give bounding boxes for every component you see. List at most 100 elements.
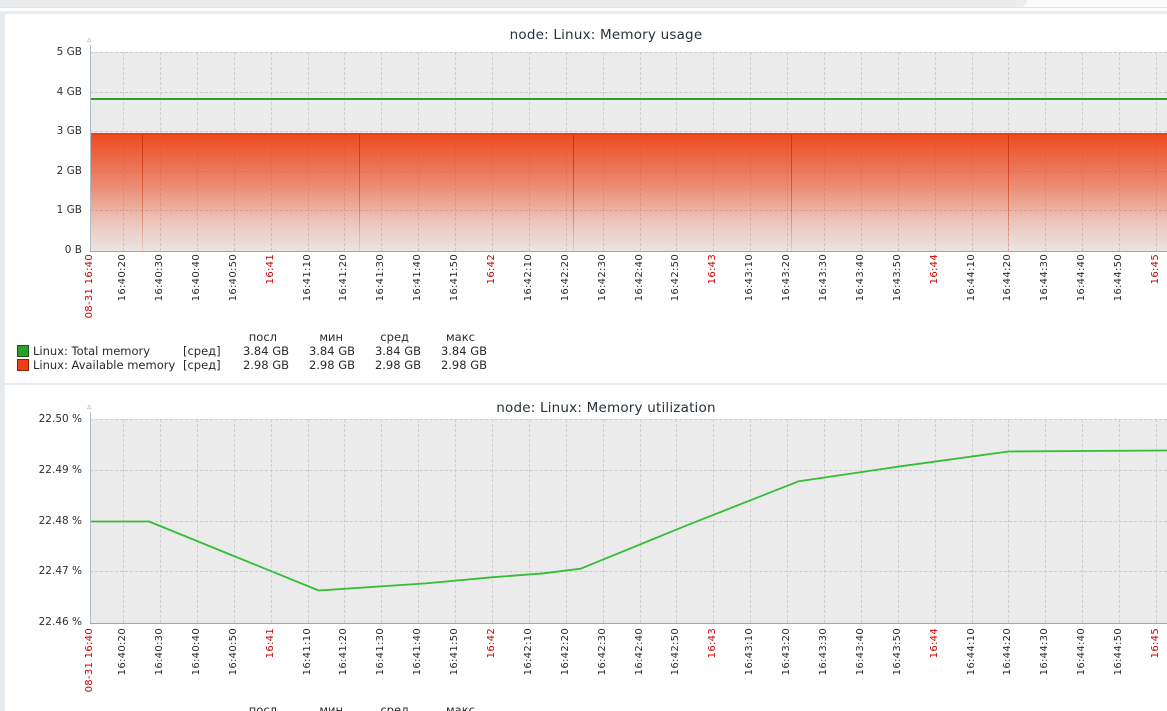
legend-stat-value: 2.98 GB: [421, 358, 487, 372]
legend-header-4: макс: [419, 330, 485, 344]
memory-utilization-line: [90, 419, 1167, 623]
area-seam-line: [142, 135, 143, 251]
x-tick-label: 16:43:20: [780, 254, 793, 301]
x-tick-label: 16:41:40: [411, 628, 424, 675]
x-tick-label: 16:44:40: [1075, 628, 1088, 675]
x-tick-label: 16:41:50: [448, 254, 461, 301]
legend-header-row: послминсредмакс: [17, 703, 485, 711]
available-memory-area: [90, 133, 1167, 251]
legend-stat-value: 3.84 GB: [355, 344, 421, 358]
x-tick-label: 16:44:50: [1112, 254, 1125, 301]
y-axis-line: [90, 45, 91, 251]
x-tick-label: 16:42:30: [596, 254, 609, 301]
legend-stat-value: 2.98 GB: [231, 358, 289, 372]
x-tick-label: 16:44:40: [1075, 254, 1088, 301]
browser-tab-strip: [0, 0, 1167, 8]
x-tick-label: 16:44:10: [965, 628, 978, 675]
x-tick-label: 16:41:50: [448, 628, 461, 675]
legend-header-2: мин: [287, 703, 353, 711]
legend-color-swatch: [17, 359, 29, 371]
x-tick-label: 16:43:50: [891, 254, 904, 301]
area-seam-line: [791, 135, 792, 251]
x-tick-label: 16:43:20: [780, 628, 793, 675]
legend-aggregation: [сред]: [183, 358, 231, 372]
legend-stat-value: 3.84 GB: [231, 344, 289, 358]
x-axis-line: [90, 623, 1167, 624]
x-tick-label: 16:43:10: [743, 628, 756, 675]
y-axis-arrow-icon: ▵: [87, 403, 92, 412]
legend-header-2: мин: [287, 330, 353, 344]
x-tick-label: 16:42: [485, 254, 498, 284]
x-tick-label: 16:42:20: [559, 628, 572, 675]
y-axis-line: [90, 412, 91, 623]
y-axis-label: 5 GB: [10, 46, 82, 58]
legend-aggregation: [сред]: [183, 344, 231, 358]
x-tick-label: 08-31 16:40: [83, 628, 96, 692]
y-axis-label: 1 GB: [10, 204, 82, 216]
area-seam-line: [573, 135, 574, 251]
legend-stat-value: 2.98 GB: [355, 358, 421, 372]
browser-viewport: node: Linux: Memory usage послминсредмак…: [0, 0, 1167, 711]
x-tick-label: 16:40:20: [116, 254, 129, 301]
legend-stat-value: 2.98 GB: [289, 358, 355, 372]
legend-header-1: посл: [229, 330, 287, 344]
x-tick-label: 16:44: [928, 254, 941, 284]
x-tick-label: 16:43:10: [743, 254, 756, 301]
y-axis-label: 4 GB: [10, 86, 82, 98]
y-axis-arrow-icon: ▵: [87, 36, 92, 45]
browser-active-tab[interactable]: [0, 0, 1027, 7]
y-gridline: [90, 92, 1167, 93]
y-axis-label: 2 GB: [10, 165, 82, 177]
x-tick-label: 16:40:50: [227, 628, 240, 675]
legend-series-label: Linux: Total memory: [33, 344, 183, 358]
legend-header-row: послминсредмакс: [17, 330, 487, 344]
x-tick-label: 16:40:40: [190, 254, 203, 301]
x-tick-label: 16:40:50: [227, 254, 240, 301]
x-tick-label: 16:42:20: [559, 254, 572, 301]
x-tick-label: 16:41: [264, 628, 277, 658]
legend-series-label: Linux: Available memory: [33, 358, 183, 372]
x-tick-label: 16:42:40: [633, 254, 646, 301]
x-tick-label: 16:43:30: [817, 254, 830, 301]
x-tick-label: 16:42:10: [522, 628, 535, 675]
y-axis-label: 22.49 %: [10, 464, 82, 476]
x-tick-label: 16:43: [706, 628, 719, 658]
memory-utilization-legend: послминсредмакс: [17, 703, 485, 711]
memory-usage-legend: послминсредмаксLinux: Total memory[сред]…: [17, 330, 487, 372]
x-tick-label: 16:43: [706, 254, 719, 284]
x-tick-label: 16:41:40: [411, 254, 424, 301]
y-axis-label: 0 B: [10, 244, 82, 256]
legend-stat-value: 3.84 GB: [289, 344, 355, 358]
area-seam-line: [359, 135, 360, 251]
x-axis-line: [90, 251, 1167, 252]
y-axis-label: 22.47 %: [10, 565, 82, 577]
y-axis-label: 22.48 %: [10, 515, 82, 527]
x-tick-label: 16:43:30: [817, 628, 830, 675]
memory-usage-plot-area[interactable]: [90, 52, 1167, 251]
x-tick-label: 16:40:40: [190, 628, 203, 675]
chart-title-memory-usage: node: Linux: Memory usage: [5, 27, 1167, 43]
legend-row: Linux: Available memory[сред]2.98 GB2.98…: [17, 358, 487, 372]
x-tick-label: 16:44:50: [1112, 628, 1125, 675]
x-tick-label: 16:43:40: [854, 628, 867, 675]
x-tick-label: 16:45: [1149, 254, 1162, 284]
memory-utilization-plot-area[interactable]: [90, 419, 1167, 623]
x-tick-label: 16:42:30: [596, 628, 609, 675]
y-axis-label: 3 GB: [10, 125, 82, 137]
browser-chrome-divider: [0, 8, 1167, 11]
chart-panel-memory-utilization: node: Linux: Memory utilization послминс…: [5, 385, 1167, 711]
x-tick-label: 16:40:30: [153, 628, 166, 675]
y-axis-label: 22.46 %: [10, 616, 82, 628]
x-tick-label: 16:43:40: [854, 254, 867, 301]
x-tick-label: 16:42:50: [669, 628, 682, 675]
x-tick-label: 16:44:20: [1001, 628, 1014, 675]
x-tick-label: 16:42:50: [669, 254, 682, 301]
chart-panel-memory-usage: node: Linux: Memory usage послминсредмак…: [5, 14, 1167, 383]
x-tick-label: 16:41:20: [337, 628, 350, 675]
x-tick-label: 16:41:20: [337, 254, 350, 301]
chart-title-memory-utilization: node: Linux: Memory utilization: [5, 400, 1167, 416]
y-axis-label: 22.50 %: [10, 413, 82, 425]
total-memory-line: [90, 98, 1167, 100]
x-tick-label: 16:43:50: [891, 628, 904, 675]
x-tick-label: 16:44:30: [1038, 628, 1051, 675]
